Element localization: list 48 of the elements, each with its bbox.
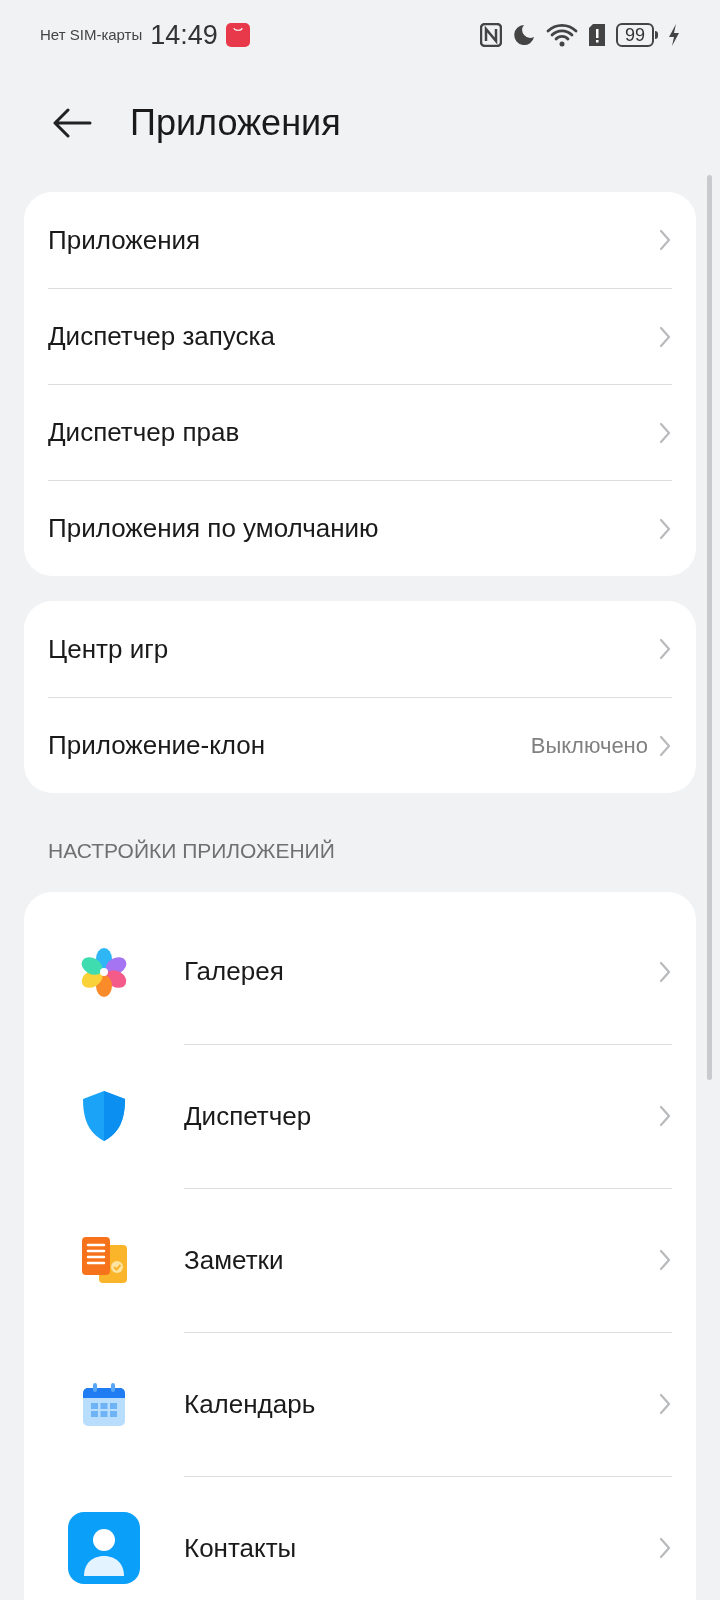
row-label: Приложения по умолчанию: [48, 512, 380, 545]
chevron-icon: [658, 420, 672, 445]
app-name: Календарь: [184, 1387, 317, 1421]
settings-row[interactable]: Приложения: [48, 192, 672, 288]
app-store-icon: [225, 23, 250, 47]
row-label: Диспетчер прав: [48, 416, 241, 449]
settings-row[interactable]: Приложение-клон Выключено: [48, 697, 672, 793]
app-row[interactable]: Заметки: [48, 1187, 672, 1332]
notes-icon: [79, 1234, 129, 1285]
chevron-icon: [658, 1104, 672, 1128]
battery-level-text: 99: [615, 23, 654, 47]
sim-alert-icon: [587, 23, 606, 47]
app-name: Диспетчер: [184, 1099, 313, 1133]
chevron-icon: [658, 516, 672, 541]
wifi-icon: [545, 23, 578, 47]
row-label: Приложение-клон: [48, 729, 267, 762]
page-title: Приложения: [130, 100, 341, 145]
row-label: Диспетчер запуска: [48, 320, 276, 353]
app-row[interactable]: Галерея: [48, 899, 672, 1044]
chevron-icon: [658, 637, 672, 661]
chevron-icon: [658, 959, 672, 984]
moon-icon: [511, 23, 536, 47]
charging-icon: [668, 23, 680, 47]
app-row[interactable]: Диспетчер: [48, 1043, 672, 1188]
settings-row[interactable]: Приложения по умолчанию: [48, 480, 672, 576]
carrier-text: Нет SIM-карты: [40, 24, 143, 45]
app-name: Контакты: [184, 1531, 298, 1565]
chevron-icon: [658, 1248, 672, 1272]
app-name: Галерея: [184, 955, 285, 988]
chevron-icon: [658, 1536, 672, 1560]
settings-row[interactable]: Диспетчер запуска: [48, 288, 672, 384]
app-row[interactable]: Календарь: [48, 1331, 672, 1476]
app-row[interactable]: Контакты: [48, 1475, 672, 1600]
nfc-icon: [479, 23, 502, 47]
clock: 14:49: [150, 18, 218, 52]
section-heading: НАСТРОЙКИ ПРИЛОЖЕНИЙ: [47, 838, 336, 864]
chevron-icon: [658, 228, 672, 252]
chevron-icon: [658, 733, 672, 758]
settings-row[interactable]: Центр игр: [48, 601, 672, 697]
back-icon: [52, 107, 92, 138]
contact-icon: [68, 1511, 140, 1584]
row-value: Выключено: [530, 732, 648, 760]
settings-row[interactable]: Диспетчер прав: [48, 384, 672, 480]
chevron-icon: [658, 324, 672, 349]
chevron-icon: [658, 1392, 672, 1416]
app-name: Заметки: [184, 1243, 285, 1277]
row-label: Приложения: [48, 223, 202, 257]
row-label: Центр игр: [48, 632, 170, 666]
